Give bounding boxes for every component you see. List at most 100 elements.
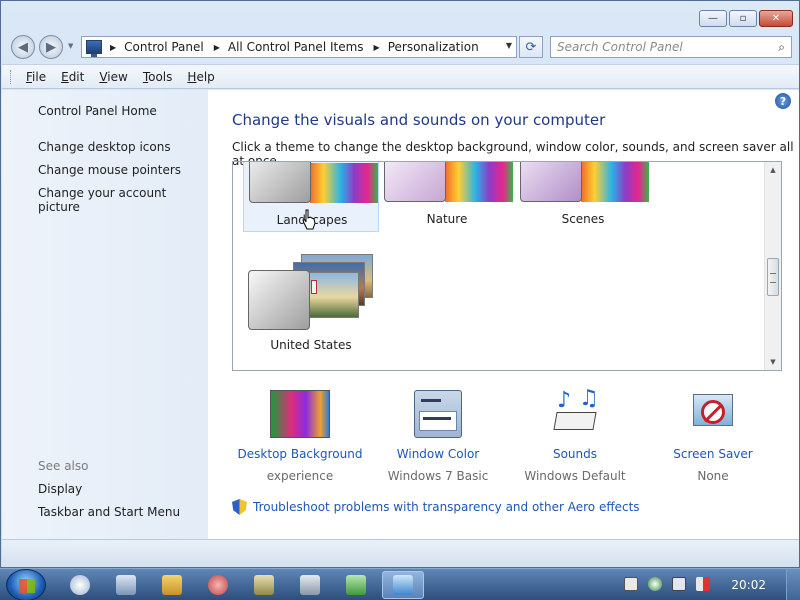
forward-button[interactable]: ▶ [39, 35, 63, 59]
show-desktop-button[interactable] [786, 569, 800, 600]
sidebar: Control Panel Home Change desktop icons … [2, 90, 208, 539]
tool-label[interactable]: Desktop Background [230, 447, 370, 461]
calculator-icon[interactable] [300, 575, 320, 595]
theme-thumbnail [248, 270, 310, 330]
theme-color-strip [445, 162, 513, 202]
breadcrumb-personalization[interactable]: Personalization [388, 40, 479, 54]
maximize-icon: ▫ [739, 13, 747, 24]
refresh-button[interactable]: ⟳ [519, 36, 543, 58]
navigation-bar: ◀ ▶ ▼ ▶ Control Panel ▶ All Control Pane… [1, 33, 800, 61]
hand-cursor-icon [302, 209, 316, 230]
tool-label[interactable]: Sounds [505, 447, 645, 461]
close-icon: ✕ [771, 13, 781, 24]
theme-label: Scenes [561, 212, 605, 226]
theme-label: United States [270, 338, 352, 352]
tray-network-icon[interactable] [672, 577, 686, 591]
sidebar-change-desktop-icons[interactable]: Change desktop icons [38, 140, 171, 154]
control-panel-taskbar-icon [393, 575, 413, 595]
tools-icon[interactable] [254, 575, 274, 595]
sidebar-change-mouse-pointers[interactable]: Change mouse pointers [38, 163, 181, 177]
minimize-button[interactable]: — [699, 10, 727, 27]
scrollbar-thumb[interactable] [767, 258, 779, 296]
control-panel-icon [86, 40, 102, 57]
troubleshoot-row: Troubleshoot problems with transparency … [232, 499, 640, 515]
tool-screen-saver[interactable]: Screen Saver None [643, 390, 783, 483]
sounds-icon: ♪ ♫ [545, 386, 605, 438]
troubleshoot-link[interactable]: Troubleshoot problems with transparency … [253, 500, 640, 514]
taskbar: 20:02 [0, 568, 800, 600]
theme-united-states[interactable]: United States [243, 254, 379, 354]
search-input[interactable] [551, 37, 761, 57]
system-tray: 20:02 [614, 569, 800, 600]
tray-document-icon[interactable] [624, 577, 638, 591]
status-bar [2, 539, 799, 567]
shield-icon [232, 499, 247, 515]
breadcrumb-separator-icon[interactable]: ▶ [374, 43, 380, 52]
menu-edit[interactable]: Edit [61, 70, 84, 84]
taskbar-control-panel[interactable] [382, 571, 424, 599]
theme-thumbnail [384, 162, 446, 202]
toolbar-grip [10, 70, 13, 84]
ie-icon[interactable] [70, 575, 90, 595]
breadcrumb-control-panel[interactable]: Control Panel [124, 40, 204, 54]
minimize-icon: — [708, 13, 718, 24]
theme-list: Landscapes Nature Scenes United States [232, 161, 782, 371]
maximize-button[interactable]: ▫ [729, 10, 757, 27]
menu-view[interactable]: View [99, 70, 127, 84]
breadcrumb-separator-icon[interactable]: ▶ [110, 43, 116, 52]
network-icon[interactable] [346, 575, 366, 595]
screen-saver-icon [683, 390, 743, 438]
document-icon[interactable] [116, 575, 136, 595]
menu-file[interactable]: File [26, 70, 46, 84]
forward-arrow-icon: ▶ [46, 39, 56, 55]
folder-icon[interactable] [162, 575, 182, 595]
menu-help[interactable]: Help [187, 70, 214, 84]
scroll-up-icon[interactable]: ▲ [765, 162, 781, 178]
see-also-heading: See also [38, 459, 89, 473]
back-arrow-icon: ◀ [18, 39, 28, 55]
search-box: ⌕ [550, 36, 792, 58]
main-content: ? Change the visuals and sounds on your … [208, 90, 799, 539]
tool-value: Windows 7 Basic [387, 469, 489, 483]
theme-color-strip [310, 163, 378, 203]
recent-pages-dropdown[interactable]: ▼ [68, 42, 73, 50]
clock[interactable]: 20:02 [731, 578, 766, 592]
window-color-icon [414, 390, 462, 438]
tray-security-icon[interactable] [648, 577, 662, 591]
desktop-background-icon [270, 390, 330, 438]
tool-value: None [697, 469, 729, 483]
theme-list-scrollbar[interactable]: ▲ ▼ [764, 162, 781, 370]
menu-bar: File Edit View Tools Help [2, 64, 799, 89]
theme-color-strip [581, 162, 649, 202]
tool-window-color[interactable]: Window Color Windows 7 Basic [368, 390, 508, 483]
tool-desktop-background[interactable]: Desktop Background experience [230, 390, 370, 483]
back-button[interactable]: ◀ [11, 35, 35, 59]
breadcrumb-separator-icon[interactable]: ▶ [214, 43, 220, 52]
page-title: Change the visuals and sounds on your co… [232, 111, 606, 129]
sidebar-display[interactable]: Display [38, 482, 82, 496]
theme-scenes[interactable]: Scenes [515, 162, 651, 232]
tool-label[interactable]: Screen Saver [643, 447, 783, 461]
refresh-icon: ⟳ [525, 39, 537, 55]
tool-label[interactable]: Window Color [368, 447, 508, 461]
search-icon[interactable]: ⌕ [778, 40, 785, 55]
theme-thumbnail [249, 162, 311, 203]
window-controls: — ▫ ✕ [699, 10, 793, 27]
tool-value: Windows Default [524, 469, 626, 483]
scroll-down-icon[interactable]: ▼ [765, 354, 781, 370]
close-button[interactable]: ✕ [759, 10, 793, 27]
address-dropdown-icon[interactable]: ▼ [506, 41, 512, 50]
address-bar[interactable]: ▶ Control Panel ▶ All Control Panel Item… [81, 36, 517, 58]
sidebar-control-panel-home[interactable]: Control Panel Home [38, 104, 157, 118]
theme-nature[interactable]: Nature [379, 162, 515, 232]
breadcrumb-all-items[interactable]: All Control Panel Items [228, 40, 364, 54]
sidebar-taskbar-start-menu[interactable]: Taskbar and Start Menu [38, 505, 180, 519]
tool-sounds[interactable]: ♪ ♫ Sounds Windows Default [505, 386, 645, 483]
media-icon[interactable] [208, 575, 228, 595]
lighthouse-image [311, 280, 317, 294]
help-icon[interactable]: ? [775, 93, 791, 109]
tray-volume-muted-icon[interactable] [696, 577, 710, 591]
menu-tools[interactable]: Tools [143, 70, 173, 84]
start-button[interactable] [6, 569, 46, 600]
sidebar-change-account-picture[interactable]: Change your account picture [38, 186, 208, 214]
